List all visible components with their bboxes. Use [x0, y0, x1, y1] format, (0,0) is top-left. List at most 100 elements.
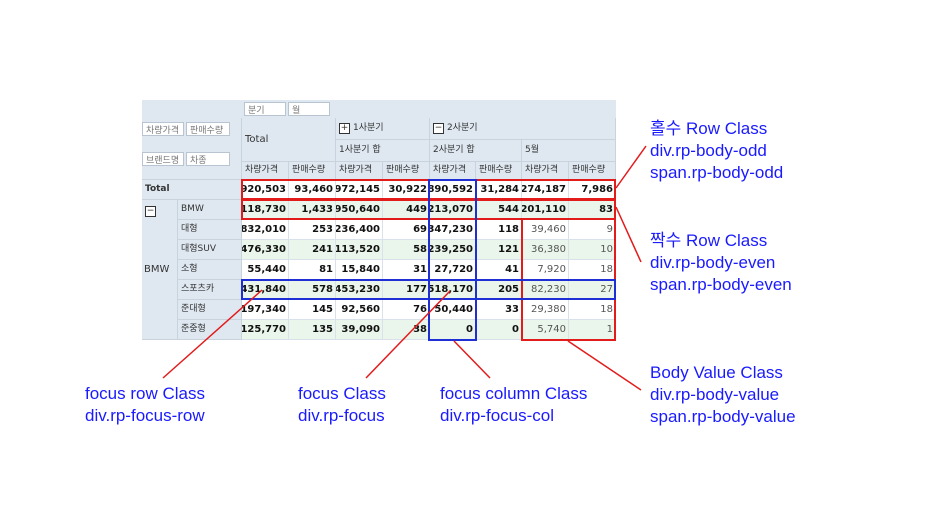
- row-sub-label: 대형SUV: [178, 240, 242, 260]
- odd-row-line1: div.rp-body-odd: [650, 141, 767, 160]
- measure-header: 차량가격: [522, 162, 569, 180]
- body-value-cell[interactable]: 7,920: [522, 260, 569, 280]
- body-value-cell[interactable]: 3,274,187: [522, 180, 569, 200]
- body-value-line1: div.rp-body-value: [650, 385, 780, 404]
- row-chip-qty[interactable]: 판매수량: [186, 122, 230, 136]
- body-value-cell[interactable]: 832,010: [242, 220, 289, 240]
- body-value-cell[interactable]: 449: [383, 200, 430, 220]
- body-value-cell[interactable]: 3,118,730: [242, 200, 289, 220]
- body-value-cell[interactable]: 18: [569, 300, 616, 320]
- body-value-cell[interactable]: 41: [476, 260, 522, 280]
- body-value-cell[interactable]: 118: [476, 220, 522, 240]
- body-value-cell[interactable]: 125,770: [242, 320, 289, 340]
- body-value-cell[interactable]: 177: [383, 280, 430, 300]
- body-value-cell[interactable]: 347,230: [430, 220, 476, 240]
- body-value-cell[interactable]: 205: [476, 280, 522, 300]
- collapse-brand-icon[interactable]: −: [145, 206, 156, 217]
- body-value-cell[interactable]: 31,284: [476, 180, 522, 200]
- body-value-cell[interactable]: 1,433: [289, 200, 336, 220]
- focus-column-title: focus column Class: [440, 384, 588, 403]
- body-value-cell[interactable]: 38: [383, 320, 430, 340]
- body-value-cell[interactable]: 76: [383, 300, 430, 320]
- body-value-cell[interactable]: 15,840: [336, 260, 383, 280]
- body-value-cell[interactable]: 37,920,503: [242, 180, 289, 200]
- expand-plus-icon[interactable]: +: [339, 123, 350, 134]
- body-value-cell[interactable]: 5,740: [522, 320, 569, 340]
- body-value-cell[interactable]: 121: [476, 240, 522, 260]
- body-value-cell[interactable]: 1,213,070: [430, 200, 476, 220]
- pivot-grid: 분기 월 차량가격 판매수량 브랜드명 차종 Total + 1사분기 − 2사…: [142, 100, 616, 340]
- body-value-cell[interactable]: 1,431,840: [242, 280, 289, 300]
- total-header: Total: [242, 118, 336, 162]
- body-value-cell[interactable]: 9: [569, 220, 616, 240]
- row-sub-label: 대형: [178, 220, 242, 240]
- body-value-cell[interactable]: 518,170: [430, 280, 476, 300]
- body-value-cell[interactable]: 55,440: [242, 260, 289, 280]
- body-value-cell[interactable]: 1: [569, 320, 616, 340]
- body-value-cell[interactable]: 58: [383, 240, 430, 260]
- q2-header[interactable]: − 2사분기: [430, 118, 616, 140]
- focus-row-title: focus row Class: [85, 384, 205, 403]
- row-sub-label: 소형: [178, 260, 242, 280]
- measure-header: 판매수량: [289, 162, 336, 180]
- body-value-cell[interactable]: 82,230: [522, 280, 569, 300]
- body-value-cell[interactable]: 93,460: [289, 180, 336, 200]
- body-value-cell[interactable]: 0: [430, 320, 476, 340]
- focus-line1: div.rp-focus: [298, 406, 385, 425]
- body-value-cell[interactable]: 92,560: [336, 300, 383, 320]
- filter-chip-month[interactable]: 월: [288, 102, 330, 116]
- body-value-cell[interactable]: 135: [289, 320, 336, 340]
- body-value-cell[interactable]: 241: [289, 240, 336, 260]
- body-value-cell[interactable]: 30,922: [383, 180, 430, 200]
- body-value-cell[interactable]: 0: [476, 320, 522, 340]
- focus-annotation: focus Class div.rp-focus: [298, 383, 386, 427]
- odd-row-title: 홀수 Row Class: [650, 119, 768, 138]
- body-value-cell[interactable]: 29,380: [522, 300, 569, 320]
- body-value-cell[interactable]: 31: [383, 260, 430, 280]
- q1-sum-header: 1사분기 합: [336, 140, 430, 162]
- body-value-cell[interactable]: 36,380: [522, 240, 569, 260]
- body-value-cell[interactable]: 27: [569, 280, 616, 300]
- body-value-cell[interactable]: 145: [289, 300, 336, 320]
- body-value-cell[interactable]: 33: [476, 300, 522, 320]
- body-value-cell[interactable]: 11,972,145: [336, 180, 383, 200]
- body-value-cell[interactable]: 113,520: [336, 240, 383, 260]
- row-chip-brand[interactable]: 브랜드명: [142, 152, 184, 166]
- body-value-cell[interactable]: 476,330: [242, 240, 289, 260]
- body-value-annotation: Body Value Class div.rp-body-value span.…: [650, 362, 796, 428]
- body-value-cell[interactable]: 27,720: [430, 260, 476, 280]
- row-total-label: Total: [142, 180, 242, 200]
- even-row-annotation: 짝수 Row Class div.rp-body-even span.rp-bo…: [650, 230, 792, 296]
- row-sub-label: 스포츠카: [178, 280, 242, 300]
- row-chip-type[interactable]: 차종: [186, 152, 230, 166]
- body-value-cell[interactable]: 201,110: [522, 200, 569, 220]
- body-value-cell[interactable]: 18: [569, 260, 616, 280]
- filter-chip-quarter[interactable]: 분기: [244, 102, 286, 116]
- body-value-cell[interactable]: 83: [569, 200, 616, 220]
- body-value-cell[interactable]: 544: [476, 200, 522, 220]
- body-value-cell[interactable]: 69: [383, 220, 430, 240]
- measure-header: 차량가격: [430, 162, 476, 180]
- body-value-cell[interactable]: 50,440: [430, 300, 476, 320]
- body-value-cell[interactable]: 253: [289, 220, 336, 240]
- focus-row-line1: div.rp-focus-row: [85, 406, 205, 425]
- body-value-cell[interactable]: 453,230: [336, 280, 383, 300]
- body-value-cell[interactable]: 12,890,592: [430, 180, 476, 200]
- focus-column-line1: div.rp-focus-col: [440, 406, 554, 425]
- body-value-cell[interactable]: 10: [569, 240, 616, 260]
- body-value-cell[interactable]: 236,400: [336, 220, 383, 240]
- body-value-cell[interactable]: 7,986: [569, 180, 616, 200]
- body-value-cell[interactable]: 578: [289, 280, 336, 300]
- q1-header[interactable]: + 1사분기: [336, 118, 430, 140]
- body-value-title: Body Value Class: [650, 363, 783, 382]
- body-value-cell[interactable]: 197,340: [242, 300, 289, 320]
- body-value-cell[interactable]: 39,460: [522, 220, 569, 240]
- body-value-cell[interactable]: 239,250: [430, 240, 476, 260]
- collapse-minus-icon[interactable]: −: [433, 123, 444, 134]
- row-chip-price[interactable]: 차량가격: [142, 122, 184, 136]
- odd-row-annotation: 홀수 Row Class div.rp-body-odd span.rp-bod…: [650, 118, 783, 184]
- brand-label: BMW: [144, 264, 170, 275]
- body-value-cell[interactable]: 950,640: [336, 200, 383, 220]
- body-value-cell[interactable]: 39,090: [336, 320, 383, 340]
- body-value-cell[interactable]: 81: [289, 260, 336, 280]
